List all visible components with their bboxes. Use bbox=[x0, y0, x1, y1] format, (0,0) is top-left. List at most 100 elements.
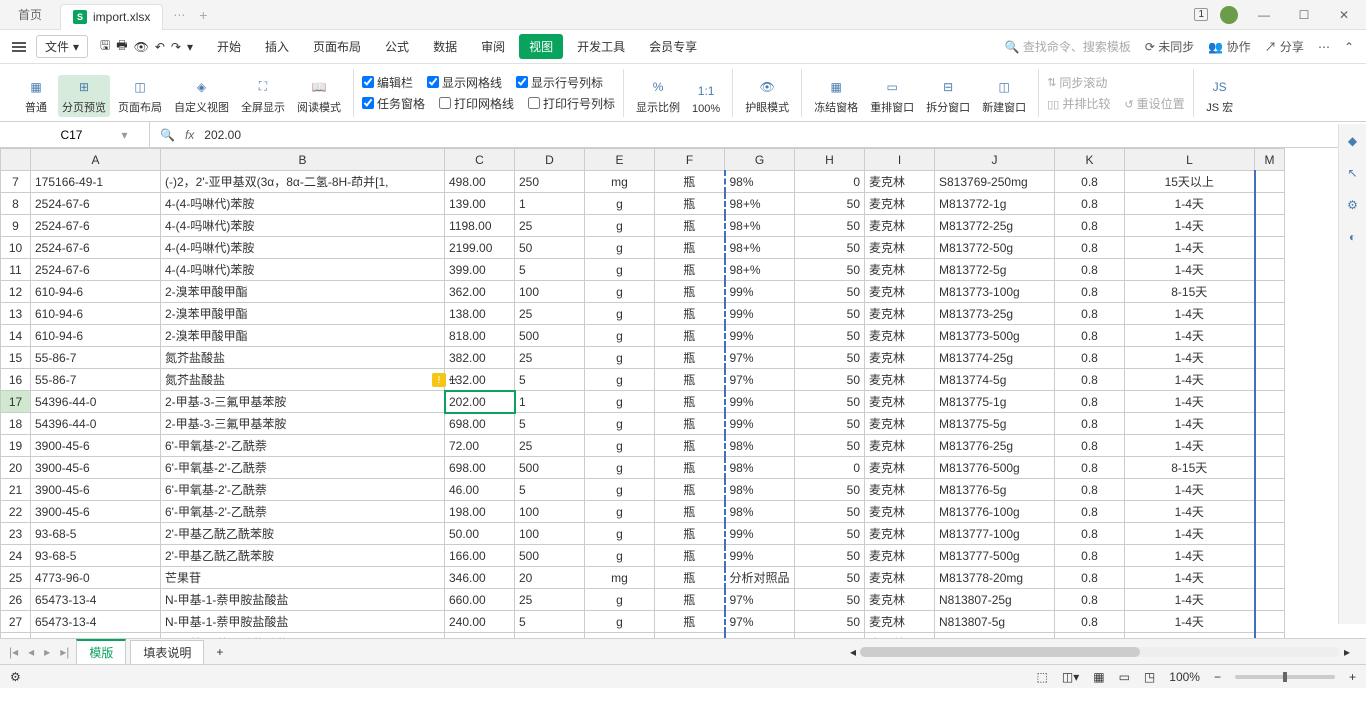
cell[interactable]: 50 bbox=[795, 479, 865, 501]
menu-item-6[interactable]: 视图 bbox=[519, 34, 563, 59]
cell[interactable]: 1-4天 bbox=[1125, 589, 1255, 611]
cell[interactable]: 2524-67-6 bbox=[31, 259, 161, 281]
new-tab-button[interactable]: + bbox=[195, 7, 211, 23]
cell[interactable]: 5 bbox=[515, 479, 585, 501]
cell[interactable]: 1-4天 bbox=[1125, 259, 1255, 281]
cell[interactable]: 6'-甲氧基-2'-乙酰萘 bbox=[161, 501, 445, 523]
cell[interactable]: 0.8 bbox=[1055, 281, 1125, 303]
split-button[interactable]: ⊟拆分窗口 bbox=[922, 75, 974, 117]
table-row[interactable]: 1555-86-7氮芥盐酸盐382.0025g瓶97%50麦克林M813774-… bbox=[1, 347, 1285, 369]
cell[interactable]: 97% bbox=[725, 611, 795, 633]
cell[interactable]: mg bbox=[585, 171, 655, 193]
cell[interactable]: 97% bbox=[725, 633, 795, 639]
cell[interactable]: g bbox=[585, 281, 655, 303]
cell[interactable]: M813772-1g bbox=[935, 193, 1055, 215]
cell[interactable]: 8-15天 bbox=[1125, 281, 1255, 303]
cell[interactable]: 99% bbox=[725, 545, 795, 567]
cell[interactable]: 0.8 bbox=[1055, 457, 1125, 479]
col-header-L[interactable]: L bbox=[1125, 149, 1255, 171]
cell[interactable]: 65473-13-4 bbox=[31, 633, 161, 639]
cell[interactable]: 50 bbox=[795, 325, 865, 347]
cell[interactable]: 175166-49-1 bbox=[31, 171, 161, 193]
cell[interactable]: M813777-500g bbox=[935, 545, 1055, 567]
cell[interactable]: 500 bbox=[515, 457, 585, 479]
error-indicator-icon[interactable]: ! bbox=[432, 373, 446, 387]
cell[interactable]: 1-4天 bbox=[1125, 567, 1255, 589]
row-header[interactable]: 26 bbox=[1, 589, 31, 611]
cell[interactable]: M813773-100g bbox=[935, 281, 1055, 303]
cell[interactable]: 1-4天 bbox=[1125, 303, 1255, 325]
cell[interactable]: 97% bbox=[725, 369, 795, 391]
cell[interactable]: 99% bbox=[725, 303, 795, 325]
table-row[interactable]: 1754396-44-02-甲基-3-三氟甲基苯胺202.001g瓶99%50麦… bbox=[1, 391, 1285, 413]
cell[interactable]: M813773-25g bbox=[935, 303, 1055, 325]
cell[interactable]: M813778-20mg bbox=[935, 567, 1055, 589]
cell[interactable]: 25 bbox=[515, 347, 585, 369]
tab-nav-next[interactable]: ▸ bbox=[41, 645, 53, 659]
cell[interactable]: 2524-67-6 bbox=[31, 215, 161, 237]
cell[interactable]: 498.00 bbox=[445, 171, 515, 193]
cell[interactable]: 54396-44-0 bbox=[31, 391, 161, 413]
cell[interactable]: 6'-甲氧基-2'-乙酰萘 bbox=[161, 435, 445, 457]
table-row[interactable]: 92524-67-64-(4-吗啉代)苯胺1198.0025g瓶98+%50麦克… bbox=[1, 215, 1285, 237]
cell[interactable]: g bbox=[585, 611, 655, 633]
cell[interactable]: 麦克林 bbox=[865, 237, 935, 259]
cell[interactable]: g bbox=[585, 589, 655, 611]
cell[interactable]: 25 bbox=[515, 589, 585, 611]
cell[interactable] bbox=[1255, 391, 1285, 413]
cell[interactable]: 5 bbox=[515, 611, 585, 633]
side-by-side[interactable]: ▯▯ 并排比较 bbox=[1047, 95, 1110, 112]
cell[interactable]: 0.8 bbox=[1055, 567, 1125, 589]
cell[interactable]: 麦克林 bbox=[865, 479, 935, 501]
cell[interactable]: g bbox=[585, 369, 655, 391]
cell[interactable]: 1-4天 bbox=[1125, 413, 1255, 435]
table-row[interactable]: 193900-45-66'-甲氧基-2'-乙酰萘72.0025g瓶98%50麦克… bbox=[1, 435, 1285, 457]
sheet-tab-active[interactable]: 模版 bbox=[76, 639, 126, 664]
cell[interactable]: 0.8 bbox=[1055, 501, 1125, 523]
menu-item-8[interactable]: 会员专享 bbox=[639, 34, 707, 59]
cell[interactable]: 0.8 bbox=[1055, 347, 1125, 369]
maximize-button[interactable]: ☐ bbox=[1290, 1, 1318, 29]
cell[interactable]: 麦克林 bbox=[865, 523, 935, 545]
table-row[interactable]: 2765473-13-4N-甲基-1-萘甲胺盐酸盐240.005g瓶97%50麦… bbox=[1, 611, 1285, 633]
cell[interactable]: g bbox=[585, 633, 655, 639]
cell[interactable]: 50 bbox=[795, 413, 865, 435]
cell[interactable]: 500 bbox=[515, 325, 585, 347]
cell[interactable]: (-)2，2'-亚甲基双(3α，8α-二氢-8H-茚并[1, bbox=[161, 171, 445, 193]
cell[interactable]: N-甲基-1-萘甲胺盐酸盐 bbox=[161, 589, 445, 611]
view-icon-1[interactable]: ⬚ bbox=[1037, 670, 1048, 684]
close-button[interactable]: ✕ bbox=[1330, 1, 1358, 29]
cell[interactable]: g bbox=[585, 501, 655, 523]
cell[interactable]: 50 bbox=[795, 193, 865, 215]
cell[interactable]: 芒果苷 bbox=[161, 567, 445, 589]
cell[interactable]: 2-溴苯甲酸甲酯 bbox=[161, 303, 445, 325]
cell[interactable]: 4-(4-吗啉代)苯胺 bbox=[161, 237, 445, 259]
cell[interactable]: 50 bbox=[515, 237, 585, 259]
hamburger-icon[interactable] bbox=[12, 42, 26, 52]
cell[interactable]: 50 bbox=[795, 391, 865, 413]
row-header[interactable]: 9 bbox=[1, 215, 31, 237]
table-row[interactable]: 112524-67-64-(4-吗啉代)苯胺399.005g瓶98+%50麦克林… bbox=[1, 259, 1285, 281]
cell[interactable]: 瓶 bbox=[655, 171, 725, 193]
cell[interactable]: g bbox=[585, 545, 655, 567]
cell[interactable] bbox=[1255, 545, 1285, 567]
cell[interactable]: 93-68-5 bbox=[31, 523, 161, 545]
cell[interactable]: 0.8 bbox=[1055, 523, 1125, 545]
cell[interactable]: M813774-5g bbox=[935, 369, 1055, 391]
cell[interactable] bbox=[1255, 567, 1285, 589]
cell[interactable]: 25 bbox=[515, 435, 585, 457]
collab-button[interactable]: 👥 协作 bbox=[1208, 38, 1250, 55]
menu-item-4[interactable]: 数据 bbox=[423, 34, 467, 59]
view-mode-2[interactable]: ◫页面布局 bbox=[114, 75, 166, 117]
cell[interactable] bbox=[1255, 347, 1285, 369]
cell[interactable]: g bbox=[585, 325, 655, 347]
menu-item-5[interactable]: 审阅 bbox=[471, 34, 515, 59]
table-row[interactable]: 2393-68-52'-甲基乙酰乙酰苯胺50.00100g瓶99%50麦克林M8… bbox=[1, 523, 1285, 545]
cell[interactable]: 362.00 bbox=[445, 281, 515, 303]
cell[interactable]: 54396-44-0 bbox=[31, 413, 161, 435]
cell[interactable]: 麦克林 bbox=[865, 633, 935, 639]
menu-item-2[interactable]: 页面布局 bbox=[303, 34, 371, 59]
col-header-E[interactable]: E bbox=[585, 149, 655, 171]
cell[interactable]: 0.8 bbox=[1055, 611, 1125, 633]
row-header[interactable]: 16 bbox=[1, 369, 31, 391]
